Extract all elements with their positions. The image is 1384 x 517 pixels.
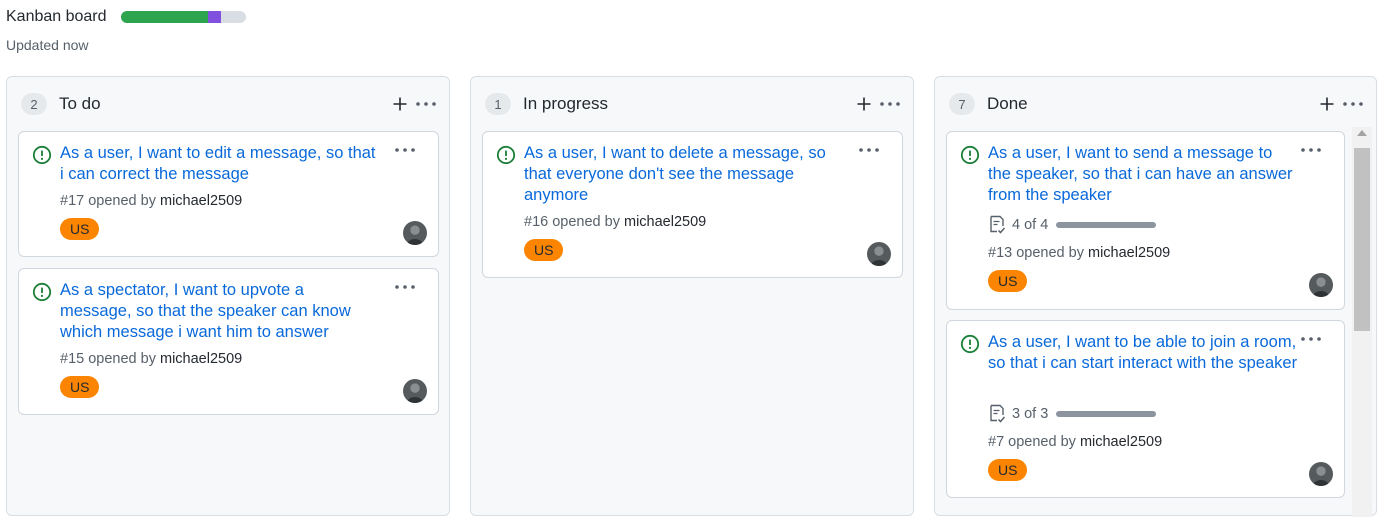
label-us[interactable]: US: [988, 270, 1028, 292]
open-issue-icon: [496, 145, 516, 165]
label-us[interactable]: US: [524, 239, 564, 261]
board-header: Kanban board Updated now: [6, 6, 246, 53]
issue-meta: #7 opened by michael2509: [988, 434, 1162, 450]
open-issue-icon: [960, 145, 980, 165]
column-title: To do: [59, 94, 101, 113]
author-name[interactable]: michael2509: [1088, 245, 1170, 261]
author-name[interactable]: michael2509: [160, 351, 242, 367]
issue-card[interactable]: As a user, I want to be able to join a r…: [946, 320, 1345, 498]
issue-card[interactable]: As a user, I want to delete a message, s…: [482, 131, 903, 278]
checklist-count: 3 of 3: [1012, 406, 1049, 422]
issue-number: #16: [524, 214, 549, 230]
issue-number: #13: [988, 245, 1013, 261]
avatar[interactable]: [403, 379, 427, 403]
open-issue-icon: [32, 145, 52, 165]
scroll-up-arrow-icon[interactable]: [1357, 130, 1367, 136]
label-us[interactable]: US: [60, 376, 100, 398]
board-title: Kanban board: [6, 8, 107, 25]
issue-meta: #15 opened by michael2509: [60, 351, 242, 367]
issue-meta: #13 opened by michael2509: [988, 245, 1170, 261]
card-kebab-icon[interactable]: [1298, 329, 1324, 349]
checklist-icon: [990, 404, 1006, 423]
avatar[interactable]: [1309, 462, 1333, 486]
opened-by-text: opened by: [1008, 434, 1076, 450]
card-kebab-icon[interactable]: [392, 140, 418, 160]
column-header: 2 To do: [21, 91, 439, 117]
column-in-progress: 1 In progress As a user, I want to delet…: [470, 76, 914, 516]
card-kebab-icon[interactable]: [856, 140, 882, 160]
plus-icon[interactable]: [387, 91, 413, 117]
author-name[interactable]: michael2509: [624, 214, 706, 230]
task-checklist[interactable]: 3 of 3: [988, 404, 1157, 424]
author-name[interactable]: michael2509: [160, 193, 242, 209]
column-count: 2: [21, 93, 47, 115]
avatar[interactable]: [867, 242, 891, 266]
issue-number: #7: [988, 434, 1005, 450]
issue-meta: #16 opened by michael2509: [524, 214, 706, 230]
column-count: 7: [949, 93, 975, 115]
checklist-count: 4 of 4: [1012, 217, 1049, 233]
card-kebab-icon[interactable]: [392, 277, 418, 297]
kebab-horizontal-icon[interactable]: [1340, 91, 1366, 117]
column-header: 7 Done: [949, 91, 1366, 117]
opened-by-text: opened by: [1016, 245, 1084, 261]
avatar[interactable]: [1309, 273, 1333, 297]
issue-meta: #17 opened by michael2509: [60, 193, 242, 209]
kebab-horizontal-icon[interactable]: [877, 91, 903, 117]
progress-in-progress-segment: [208, 11, 221, 23]
updated-status: Updated now: [6, 37, 89, 53]
progress-done-segment: [120, 11, 209, 23]
opened-by-text: opened by: [88, 351, 156, 367]
avatar[interactable]: [403, 221, 427, 245]
checklist-progress-bar: [1056, 222, 1157, 228]
task-checklist[interactable]: 4 of 4: [988, 215, 1157, 235]
checklist-icon: [990, 215, 1006, 234]
plus-icon[interactable]: [1314, 91, 1340, 117]
author-name[interactable]: michael2509: [1080, 434, 1162, 450]
kebab-horizontal-icon[interactable]: [413, 91, 439, 117]
column-title: In progress: [523, 94, 609, 113]
issue-title-link[interactable]: As a user, I want to be able to join a r…: [988, 332, 1298, 374]
opened-by-text: opened by: [552, 214, 620, 230]
issue-card[interactable]: As a spectator, I want to upvote a messa…: [18, 268, 439, 415]
issue-number: #15: [60, 351, 85, 367]
issue-card[interactable]: As a user, I want to send a message to t…: [946, 131, 1345, 310]
column-done: 7 Done As a user, I want to send a messa…: [934, 76, 1377, 517]
column-to-do: 2 To do As a user, I want to edit a mess…: [6, 76, 450, 516]
open-issue-icon: [960, 334, 980, 354]
label-us[interactable]: US: [60, 218, 100, 240]
column-count: 1: [485, 93, 511, 115]
issue-card[interactable]: As a user, I want to edit a message, so …: [18, 131, 439, 257]
issue-title-link[interactable]: As a user, I want to send a message to t…: [988, 143, 1298, 206]
checklist-progress-bar: [1056, 411, 1157, 417]
plus-icon[interactable]: [851, 91, 877, 117]
issue-title-link[interactable]: As a user, I want to delete a message, s…: [524, 143, 844, 206]
opened-by-text: opened by: [88, 193, 156, 209]
board-progress-bar: [120, 11, 246, 23]
open-issue-icon: [32, 282, 52, 302]
card-kebab-icon[interactable]: [1298, 140, 1324, 160]
issue-title-link[interactable]: As a user, I want to edit a message, so …: [60, 143, 380, 185]
issue-title-link[interactable]: As a spectator, I want to upvote a messa…: [60, 280, 380, 343]
scroll-thumb[interactable]: [1354, 148, 1370, 331]
column-header: 1 In progress: [485, 91, 903, 117]
column-scrollbar[interactable]: [1352, 127, 1372, 517]
column-title: Done: [987, 94, 1028, 113]
issue-number: #17: [60, 193, 85, 209]
label-us[interactable]: US: [988, 459, 1028, 481]
